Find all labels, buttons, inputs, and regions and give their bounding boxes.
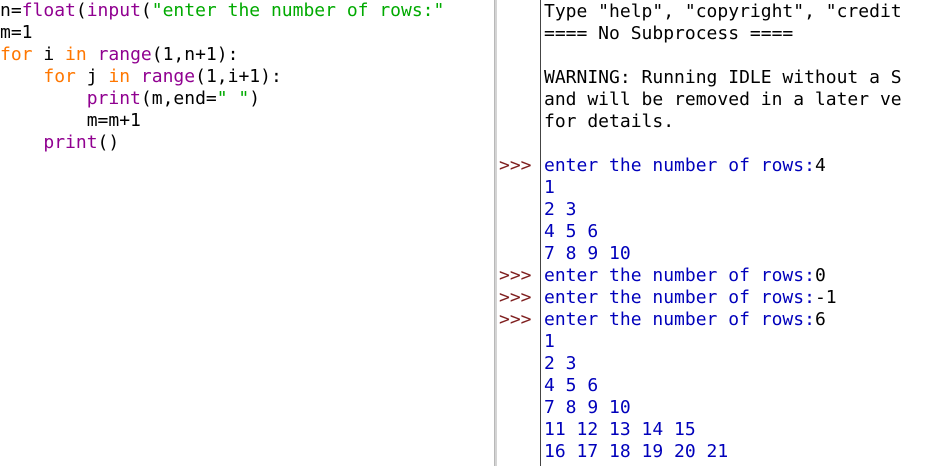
code-token: " " xyxy=(216,88,250,109)
editor-code-line[interactable]: for j in range(1,i+1): xyxy=(0,66,282,88)
shell-output-line: enter the number of rows:6 xyxy=(544,309,826,331)
code-token: range xyxy=(140,66,196,87)
shell-output-line: ==== No Subprocess ==== xyxy=(544,23,793,45)
code-token: ( xyxy=(140,0,152,21)
shell-user-input: 0 xyxy=(814,265,826,286)
shell-output-line: WARNING: Running IDLE without a S xyxy=(544,67,902,89)
shell-output-line: 4 5 6 xyxy=(544,221,598,243)
editor-code-line[interactable]: for i in range(1,n+1): xyxy=(0,44,238,66)
shell-text: 11 12 13 14 15 xyxy=(544,419,696,440)
code-token: i xyxy=(32,44,66,65)
shell-output-line: 1 xyxy=(544,331,555,353)
shell-prompt: >>> xyxy=(499,155,532,176)
shell-user-input: -1 xyxy=(814,287,837,308)
shell-text: 16 17 18 19 20 21 xyxy=(544,441,729,462)
shell-user-input: 6 xyxy=(814,309,826,330)
editor-code-line[interactable]: n=float(input("enter the number of rows:… xyxy=(0,0,444,22)
code-token: "enter the number of rows:" xyxy=(151,0,445,21)
shell-output-line: for details. xyxy=(544,111,674,133)
shell-output-line: 11 12 13 14 15 xyxy=(544,419,696,441)
shell-text: ==== No Subprocess ==== xyxy=(544,23,794,44)
shell-text: Type "help", "copyright", "credit xyxy=(544,1,902,22)
shell-text: WARNING: Running IDLE without a S xyxy=(544,67,902,88)
code-token: print xyxy=(86,88,141,109)
shell-output-line: 7 8 9 10 xyxy=(544,243,631,265)
shell-text: enter the number of rows: xyxy=(544,287,815,308)
shell-text: enter the number of rows: xyxy=(544,265,815,286)
shell-text: enter the number of rows: xyxy=(544,155,815,176)
shell-gutter-divider xyxy=(540,0,541,466)
shell-output-line: enter the number of rows:4 xyxy=(544,155,826,177)
shell-output-line: enter the number of rows:0 xyxy=(544,265,826,287)
shell-text: 2 3 xyxy=(544,199,577,220)
shell-output-line: enter the number of rows:-1 xyxy=(544,287,837,309)
code-token: in xyxy=(108,66,131,87)
code-token: input xyxy=(86,0,141,21)
shell-output-line: and will be removed in a later ve xyxy=(544,89,902,111)
code-token: () xyxy=(97,132,120,153)
code-token: float xyxy=(21,0,76,21)
shell-text: 7 8 9 10 xyxy=(544,243,631,264)
shell-prompt: >>> xyxy=(499,265,532,286)
shell-text: for details. xyxy=(544,111,675,132)
code-token: m=m+1 xyxy=(0,110,141,131)
code-token: print xyxy=(43,132,98,153)
shell-text: enter the number of rows: xyxy=(544,309,815,330)
code-token: m=1 xyxy=(0,22,33,43)
shell-text: 4 5 6 xyxy=(544,221,599,242)
shell-output-line: 7 8 9 10 xyxy=(544,397,631,419)
code-token: for xyxy=(43,66,76,87)
shell-prompt: >>> xyxy=(499,309,532,330)
shell-user-input: 4 xyxy=(814,155,826,176)
code-token: (m,end= xyxy=(140,88,217,109)
editor-code-line[interactable]: print(m,end=" ") xyxy=(0,88,260,110)
code-token: (1,n+1): xyxy=(151,44,239,65)
shell-output-line: Type "help", "copyright", "credit xyxy=(544,1,902,23)
code-token: ( xyxy=(75,0,87,21)
code-token: for xyxy=(0,44,33,65)
shell-text: and will be removed in a later ve xyxy=(544,89,902,110)
shell-prompt: >>> xyxy=(499,287,532,308)
code-token: ) xyxy=(249,88,261,109)
shell-output-line: 1 xyxy=(544,177,555,199)
code-editor[interactable]: n=float(input("enter the number of rows:… xyxy=(0,0,494,466)
shell-output-line: 16 17 18 19 20 21 xyxy=(544,441,728,463)
code-token: range xyxy=(97,44,152,65)
shell-output-line: 4 5 6 xyxy=(544,375,598,397)
python-shell[interactable]: Type "help", "copyright", "credit ==== No… xyxy=(497,0,937,466)
code-token: j xyxy=(75,66,109,87)
shell-text: 1 xyxy=(544,331,555,352)
editor-code-line[interactable]: print() xyxy=(0,132,119,154)
shell-output-line: 2 3 xyxy=(544,353,577,375)
shell-text: 1 xyxy=(544,177,555,198)
shell-text: 4 5 6 xyxy=(544,375,599,396)
shell-text: 2 3 xyxy=(544,353,577,374)
shell-output-line: 2 3 xyxy=(544,199,577,221)
code-token: in xyxy=(65,44,87,65)
shell-text: 7 8 9 10 xyxy=(544,397,631,418)
code-token: (1,i+1): xyxy=(195,66,282,87)
editor-code-line[interactable]: m=m+1 xyxy=(0,110,141,132)
editor-code-line[interactable]: m=1 xyxy=(0,22,33,44)
code-token: n= xyxy=(0,0,22,21)
